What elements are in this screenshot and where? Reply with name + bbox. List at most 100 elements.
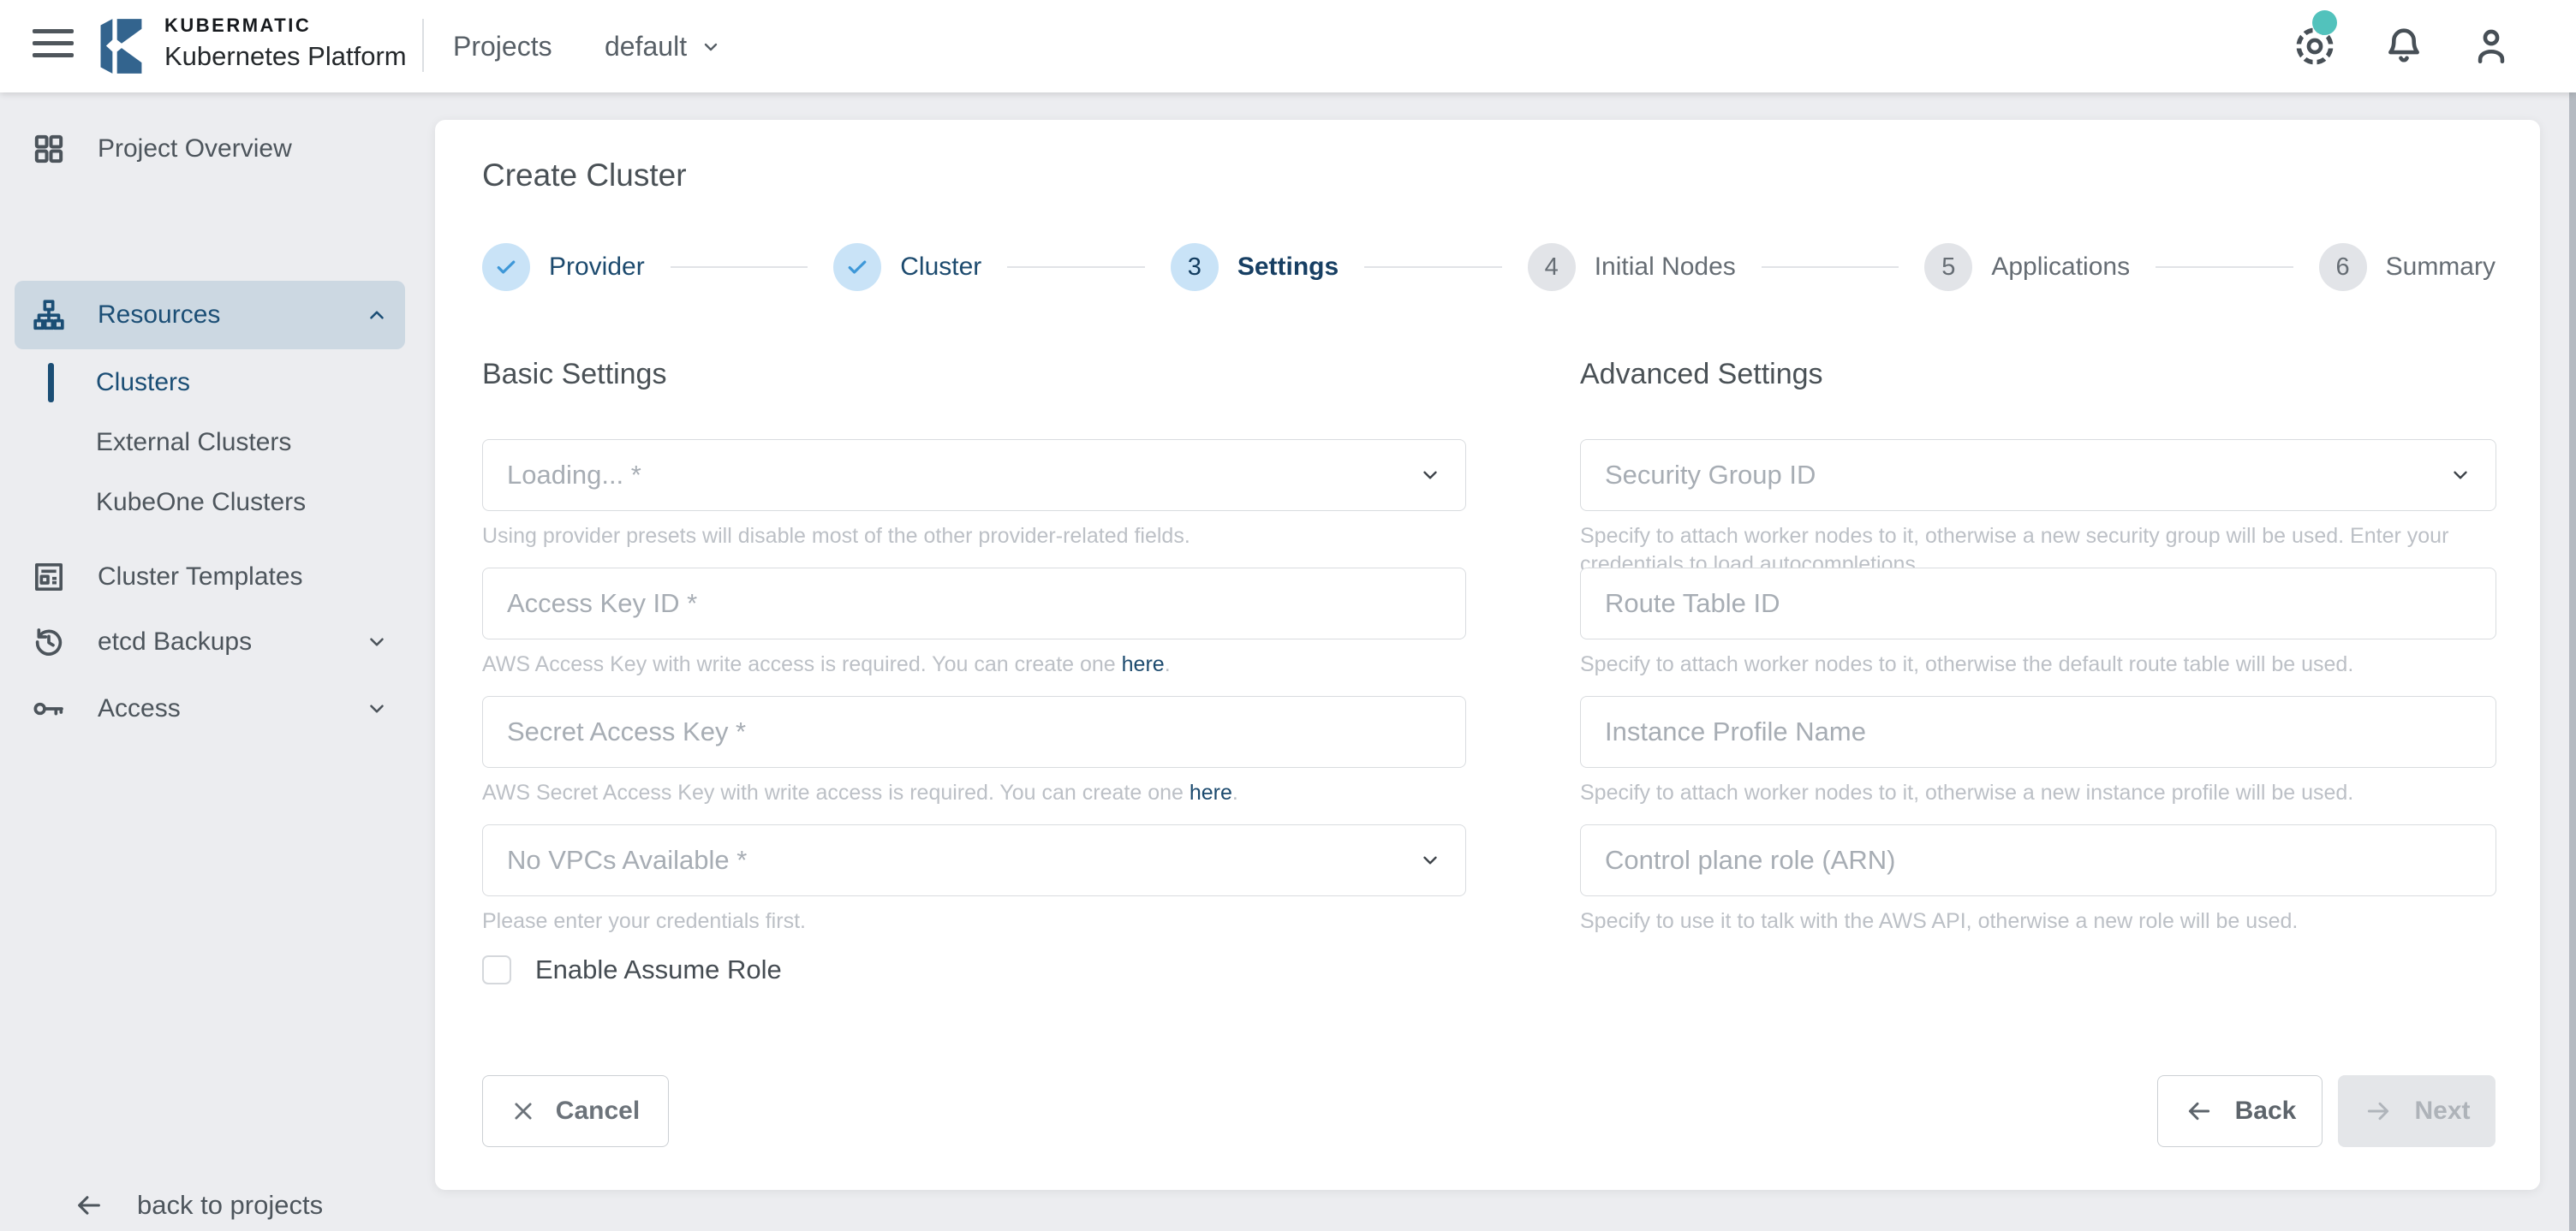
secret-access-key-input[interactable] (507, 717, 1441, 747)
sidebar-item-etcd-backups[interactable]: etcd Backups (0, 620, 435, 664)
vpc-select[interactable]: No VPCs Available * (482, 824, 1466, 896)
step-applications[interactable]: 5 Applications (1924, 243, 2130, 291)
step-settings[interactable]: 3 Settings (1171, 243, 1339, 291)
menu-icon[interactable] (33, 29, 74, 63)
chevron-down-icon (2449, 464, 2472, 486)
back-to-projects-link[interactable]: back to projects (72, 1190, 323, 1221)
sidebar-item-label: etcd Backups (98, 627, 252, 657)
advanced-settings-section: Advanced Settings Security Group ID Spec… (1580, 358, 2496, 985)
sidebar-item-kubeone-clusters[interactable]: KubeOne Clusters (96, 488, 306, 517)
create-cluster-card: Create Cluster Provider Cluster 3 Settin… (435, 120, 2540, 1190)
chevron-down-icon (366, 698, 388, 720)
here-link[interactable]: here (1122, 652, 1165, 676)
sidebar-item-label: Project Overview (98, 134, 292, 164)
instance-profile-field-group: Specify to attach worker nodes to it, ot… (1580, 696, 2496, 824)
enable-assume-role-checkbox[interactable] (482, 955, 511, 984)
sidebar-item-label: Access (98, 694, 181, 723)
control-plane-role-hint: Specify to use it to talk with the AWS A… (1580, 907, 2496, 936)
page-scrollbar[interactable] (2569, 92, 2576, 1231)
status-badge (2312, 10, 2337, 35)
here-link[interactable]: here (1190, 781, 1232, 805)
secret-key-hint: AWS Secret Access Key with write access … (482, 779, 1466, 807)
secret-key-field-group: AWS Secret Access Key with write access … (482, 696, 1466, 824)
template-icon (32, 560, 66, 594)
step-label: Initial Nodes (1595, 253, 1736, 282)
step-provider[interactable]: Provider (482, 243, 645, 291)
route-table-hint: Specify to attach worker nodes to it, ot… (1580, 651, 2496, 679)
top-bar: KUBERMATIC Kubernetes Platform Projects … (0, 0, 2576, 92)
chevron-down-icon (366, 631, 388, 653)
step-label: Provider (549, 253, 645, 282)
route-table-field-group: Specify to attach worker nodes to it, ot… (1580, 568, 2496, 696)
hierarchy-icon (32, 298, 66, 332)
security-group-placeholder: Security Group ID (1605, 460, 1816, 491)
wizard-stepper: Provider Cluster 3 Settings 4 Initial No… (482, 243, 2496, 291)
step-connector (1007, 266, 1145, 268)
cancel-label: Cancel (556, 1097, 640, 1126)
hint-text: . (1232, 781, 1238, 805)
route-table-input[interactable] (1605, 588, 2472, 619)
advanced-settings-heading: Advanced Settings (1580, 358, 2496, 391)
arrow-left-icon (72, 1191, 106, 1220)
brand-line1: KUBERMATIC (164, 16, 407, 35)
notifications-bell-icon[interactable] (2382, 25, 2425, 68)
user-account-icon[interactable] (2470, 25, 2513, 68)
chevron-down-icon (1419, 849, 1441, 871)
check-icon (493, 254, 519, 280)
step-label: Cluster (900, 253, 981, 282)
access-key-input[interactable] (507, 588, 1441, 619)
access-key-input-wrap (482, 568, 1466, 639)
sidebar-item-access[interactable]: Access (0, 687, 435, 731)
step-label: Settings (1237, 253, 1339, 282)
instance-profile-input-wrap (1580, 696, 2496, 768)
control-plane-role-input-wrap (1580, 824, 2496, 896)
security-group-select[interactable]: Security Group ID (1580, 439, 2496, 511)
step-connector (1364, 266, 1502, 268)
step-connector (1762, 266, 1899, 268)
arrow-left-icon (2184, 1097, 2215, 1125)
sidebar-item-cluster-templates[interactable]: Cluster Templates (0, 555, 435, 599)
vpc-hint: Please enter your credentials first. (482, 907, 1466, 936)
back-button[interactable]: Back (2157, 1075, 2323, 1147)
control-plane-role-input[interactable] (1605, 845, 2472, 876)
projects-breadcrumb[interactable]: Projects (453, 31, 552, 62)
step-initial-nodes[interactable]: 4 Initial Nodes (1528, 243, 1736, 291)
project-selector[interactable]: default (605, 31, 721, 62)
wizard-footer: Cancel Back Next (482, 1075, 2496, 1147)
step-connector (671, 266, 808, 268)
step-number: 6 (2319, 243, 2367, 291)
check-icon (844, 254, 870, 280)
next-button[interactable]: Next (2338, 1075, 2496, 1147)
access-key-field-group: AWS Access Key with write access is requ… (482, 568, 1466, 696)
sidebar-item-clusters[interactable]: Clusters (96, 368, 190, 397)
sidebar-item-resources[interactable]: Resources (0, 281, 435, 349)
back-label: Back (2235, 1097, 2297, 1126)
cancel-button[interactable]: Cancel (482, 1075, 669, 1147)
back-to-projects-label: back to projects (137, 1190, 323, 1221)
basic-settings-heading: Basic Settings (482, 358, 1466, 391)
vpc-field-group: No VPCs Available * Please enter your cr… (482, 824, 1466, 953)
step-cluster[interactable]: Cluster (833, 243, 981, 291)
step-connector (2156, 266, 2293, 268)
step-label: Summary (2386, 253, 2496, 282)
sidebar-item-external-clusters[interactable]: External Clusters (96, 428, 291, 457)
key-icon (32, 692, 66, 726)
next-label: Next (2414, 1097, 2470, 1126)
control-plane-role-field-group: Specify to use it to talk with the AWS A… (1580, 824, 2496, 953)
brand-line2: Kubernetes Platform (164, 43, 407, 69)
step-done-circle (833, 243, 881, 291)
sidebar-item-label: Resources (98, 300, 220, 330)
step-label: Applications (1991, 253, 2130, 282)
sidebar-item-project-overview[interactable]: Project Overview (0, 127, 435, 171)
basic-settings-section: Basic Settings Loading... * Using provid… (482, 358, 1466, 985)
enable-assume-role-row[interactable]: Enable Assume Role (482, 954, 1466, 985)
vpc-placeholder: No VPCs Available * (507, 845, 747, 876)
topbar-divider (422, 19, 424, 72)
step-number: 5 (1924, 243, 1972, 291)
instance-profile-input[interactable] (1605, 717, 2472, 747)
step-summary[interactable]: 6 Summary (2319, 243, 2496, 291)
active-item-bar (48, 363, 54, 402)
kubermatic-logo-icon (94, 18, 149, 74)
project-selector-value: default (605, 31, 687, 62)
provider-preset-select[interactable]: Loading... * (482, 439, 1466, 511)
